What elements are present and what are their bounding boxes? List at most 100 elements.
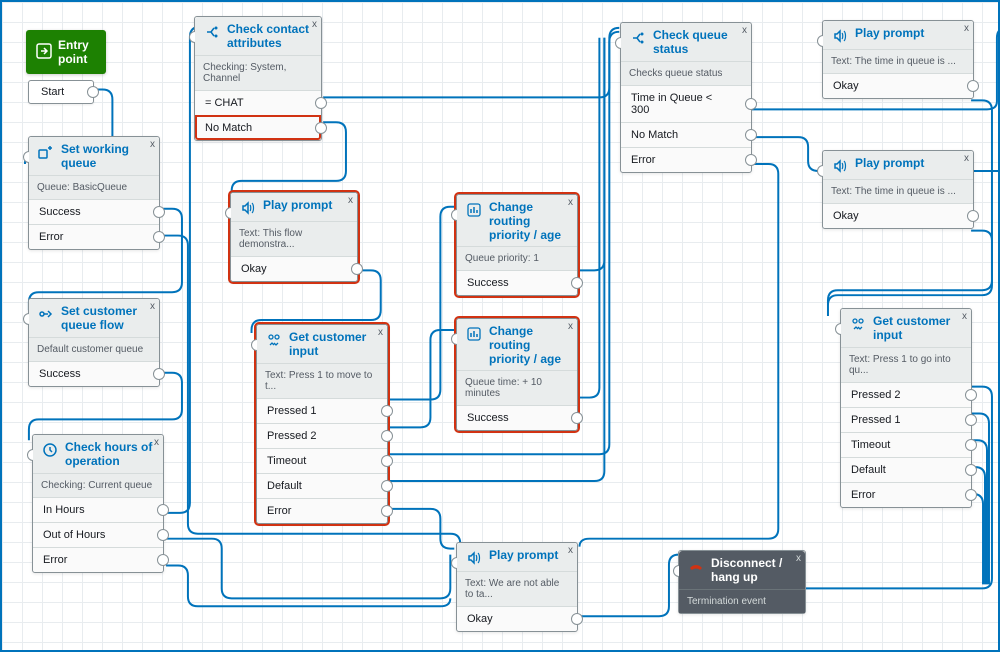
branch-okay[interactable]: Okay — [823, 73, 973, 98]
port-out[interactable] — [381, 455, 393, 467]
node-play-prompt-flow-demo[interactable]: Play prompt x Text: This flow demonstra.… — [230, 192, 358, 282]
port-out[interactable] — [967, 210, 979, 222]
branch-okay[interactable]: Okay — [457, 606, 577, 631]
node-play-prompt-time-2[interactable]: Play prompt x Text: The time in queue is… — [822, 150, 974, 229]
branch-no-match[interactable]: No Match — [621, 122, 751, 147]
close-icon[interactable]: x — [378, 327, 383, 338]
node-set-customer-queue-flow[interactable]: Set customer queue flow x Default custom… — [28, 298, 160, 387]
port-out[interactable] — [153, 231, 165, 243]
node-change-routing-priority[interactable]: Change routing priority / age x Queue pr… — [456, 194, 578, 296]
branch-pressed-2[interactable]: Pressed 2 — [257, 423, 387, 448]
close-icon[interactable]: x — [568, 197, 573, 208]
branch-error[interactable]: Error — [29, 224, 159, 249]
node-check-contact-attributes[interactable]: Check contact attributes x Checking: Sys… — [194, 16, 322, 141]
priority-icon — [465, 201, 483, 219]
branch-in-hours[interactable]: In Hours — [33, 497, 163, 522]
node-play-prompt-not-able[interactable]: Play prompt x Text: We are not able to t… — [456, 542, 578, 632]
port-out[interactable] — [157, 529, 169, 541]
port-out[interactable] — [351, 263, 363, 275]
node-disconnect[interactable]: Disconnect / hang up x Termination event — [678, 550, 806, 614]
port-out[interactable] — [381, 405, 393, 417]
port-out[interactable] — [87, 86, 99, 98]
branch-default[interactable]: Default — [257, 473, 387, 498]
port-out[interactable] — [157, 554, 169, 566]
branch-pressed-2[interactable]: Pressed 2 — [841, 382, 971, 407]
port-out[interactable] — [745, 129, 757, 141]
entry-arrow-icon — [36, 43, 52, 62]
port-out[interactable] — [315, 97, 327, 109]
node-check-hours[interactable]: Check hours of operation x Checking: Cur… — [32, 434, 164, 573]
port-out[interactable] — [967, 80, 979, 92]
node-play-prompt-time-1[interactable]: Play prompt x Text: The time in queue is… — [822, 20, 974, 99]
branch-no-match[interactable]: No Match — [195, 115, 321, 140]
port-out[interactable] — [571, 412, 583, 424]
node-title: Disconnect / hang up — [711, 557, 797, 585]
node-subtitle: Text: Press 1 to move to t... — [257, 363, 387, 398]
branch-success[interactable]: Success — [29, 199, 159, 224]
node-check-queue-status[interactable]: Check queue status x Checks queue status… — [620, 22, 752, 173]
branch-time-lt-300[interactable]: Time in Queue < 300 — [621, 85, 751, 122]
node-get-customer-input-1[interactable]: Get customer input x Text: Press 1 to mo… — [256, 324, 388, 524]
branch-okay[interactable]: Okay — [823, 203, 973, 228]
branch-timeout[interactable]: Timeout — [257, 448, 387, 473]
flow-canvas[interactable]: Entry point Start Set working queue x Qu… — [0, 0, 1000, 652]
speaker-icon — [465, 549, 483, 567]
close-icon[interactable]: x — [568, 545, 573, 556]
port-out[interactable] — [381, 505, 393, 517]
close-icon[interactable]: x — [964, 23, 969, 34]
port-out[interactable] — [571, 277, 583, 289]
branch-icon — [203, 23, 221, 41]
close-icon[interactable]: x — [962, 311, 967, 322]
branch-timeout[interactable]: Timeout — [841, 432, 971, 457]
entry-point-block[interactable]: Entry point — [26, 30, 106, 74]
branch-equals-chat[interactable]: = CHAT — [195, 90, 321, 115]
close-icon[interactable]: x — [568, 321, 573, 332]
node-change-routing-age[interactable]: Change routing priority / age x Queue ti… — [456, 318, 578, 431]
speaker-icon — [831, 157, 849, 175]
node-subtitle: Termination event — [679, 589, 805, 613]
close-icon[interactable]: x — [964, 153, 969, 164]
branch-error[interactable]: Error — [257, 498, 387, 523]
port-out[interactable] — [965, 489, 977, 501]
entry-label: Entry point — [58, 38, 96, 66]
node-set-working-queue[interactable]: Set working queue x Queue: BasicQueue Su… — [28, 136, 160, 250]
close-icon[interactable]: x — [150, 139, 155, 150]
port-out[interactable] — [965, 389, 977, 401]
node-title: Set working queue — [61, 143, 151, 171]
port-out[interactable] — [315, 122, 327, 134]
port-out[interactable] — [153, 368, 165, 380]
node-title: Change routing priority / age — [489, 325, 569, 366]
branch-success[interactable]: Success — [457, 270, 577, 295]
port-out[interactable] — [745, 98, 757, 110]
branch-success[interactable]: Success — [457, 405, 577, 430]
branch-pressed-1[interactable]: Pressed 1 — [841, 407, 971, 432]
port-out[interactable] — [381, 480, 393, 492]
port-out[interactable] — [381, 430, 393, 442]
branch-error[interactable]: Error — [621, 147, 751, 172]
close-icon[interactable]: x — [150, 301, 155, 312]
port-out[interactable] — [965, 414, 977, 426]
branch-pressed-1[interactable]: Pressed 1 — [257, 398, 387, 423]
branch-okay[interactable]: Okay — [231, 256, 357, 281]
branch-success[interactable]: Success — [29, 361, 159, 386]
branch-error[interactable]: Error — [33, 547, 163, 572]
branch-error[interactable]: Error — [841, 482, 971, 507]
node-subtitle: Queue: BasicQueue — [29, 175, 159, 199]
branch-default[interactable]: Default — [841, 457, 971, 482]
people-arrows-icon — [265, 331, 283, 349]
close-icon[interactable]: x — [796, 553, 801, 564]
branch-out-of-hours[interactable]: Out of Hours — [33, 522, 163, 547]
node-subtitle: Text: The time in queue is ... — [823, 179, 973, 203]
port-out[interactable] — [965, 464, 977, 476]
port-out[interactable] — [153, 206, 165, 218]
close-icon[interactable]: x — [348, 195, 353, 206]
port-out[interactable] — [571, 613, 583, 625]
close-icon[interactable]: x — [312, 19, 317, 30]
close-icon[interactable]: x — [742, 25, 747, 36]
close-icon[interactable]: x — [154, 437, 159, 448]
port-out[interactable] — [965, 439, 977, 451]
port-out[interactable] — [157, 504, 169, 516]
start-node[interactable]: Start — [28, 80, 94, 104]
node-get-customer-input-2[interactable]: Get customer input x Text: Press 1 to go… — [840, 308, 972, 508]
port-out[interactable] — [745, 154, 757, 166]
